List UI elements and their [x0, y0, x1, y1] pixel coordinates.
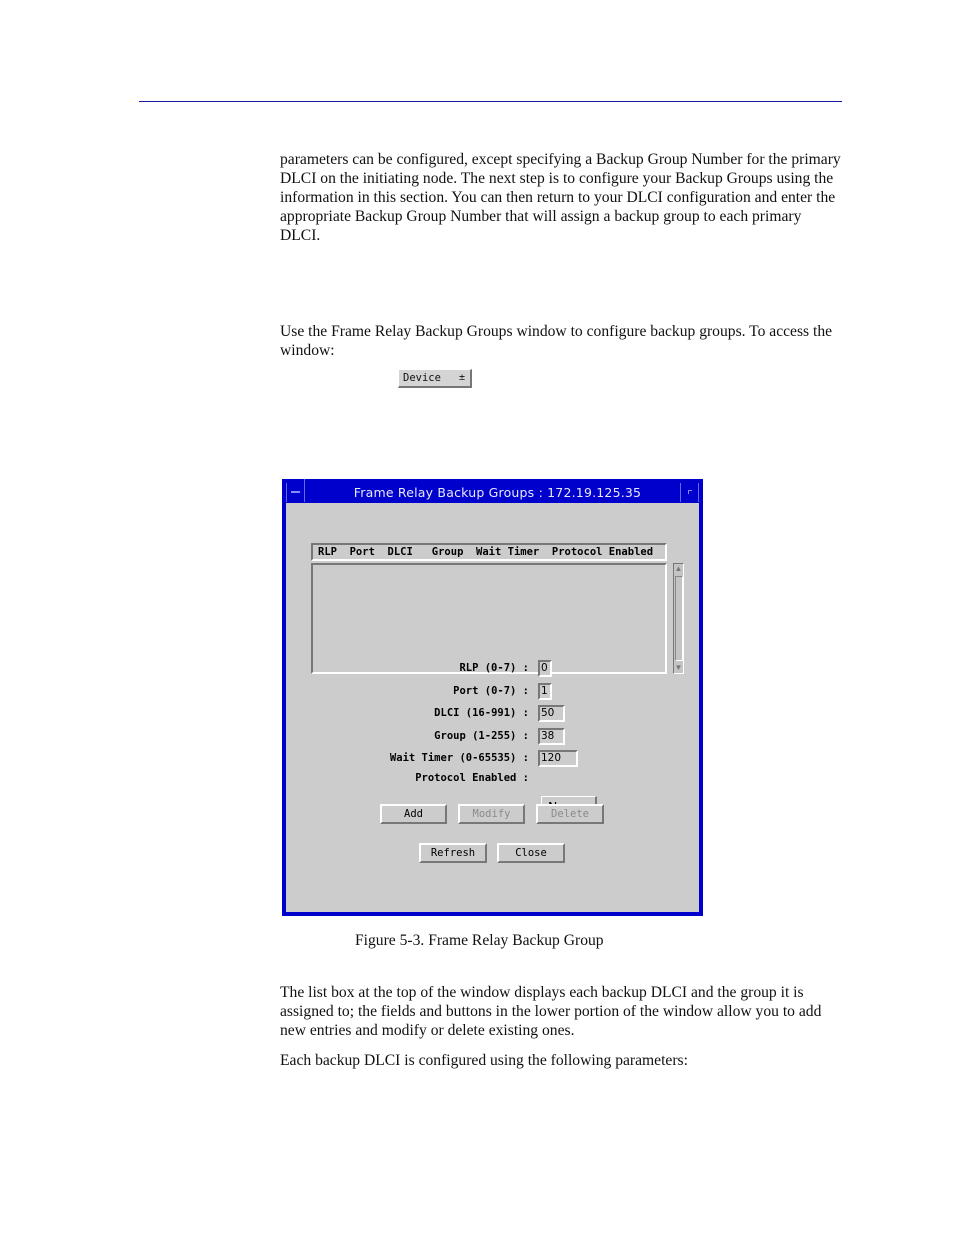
rlp-label: RLP (0-7) : [459, 662, 529, 674]
port-input[interactable]: 1 [538, 683, 552, 700]
window-titlebar[interactable]: Frame Relay Backup Groups : 172.19.125.3… [286, 483, 699, 502]
header-rule [139, 101, 842, 102]
port-row: Port (0-7) : 1 [286, 683, 699, 701]
figure-caption: Figure 5-3. Frame Relay Backup Group [355, 932, 604, 949]
scroll-up-icon[interactable]: ▲ [674, 564, 683, 574]
dlci-input[interactable]: 50 [538, 705, 565, 722]
wait-timer-input[interactable]: 120 [538, 750, 578, 767]
refresh-button[interactable]: Refresh [419, 843, 487, 863]
maximize-icon[interactable] [680, 483, 699, 502]
parameters-intro: Each backup DLCI is configured using the… [280, 1052, 688, 1069]
scroll-track[interactable] [675, 576, 683, 661]
group-row: Group (1-255) : 38 [286, 728, 699, 746]
list-scrollbar[interactable]: ▲ ▼ [673, 563, 684, 674]
device-menu-label: Device [403, 372, 441, 384]
list-box-description: The list box at the top of the window di… [280, 984, 822, 1039]
group-input[interactable]: 38 [538, 728, 565, 745]
wait-timer-label: Wait Timer (0-65535) : [389, 752, 529, 764]
add-button[interactable]: Add [380, 804, 447, 824]
rlp-row: RLP (0-7) : 0 [286, 660, 699, 678]
dlci-label: DLCI (16-991) : [434, 707, 529, 719]
intro-paragraph: parameters can be configured, except spe… [280, 151, 841, 244]
access-paragraph: Use the Frame Relay Backup Groups window… [280, 323, 833, 359]
window-title: Frame Relay Backup Groups : 172.19.125.3… [353, 485, 642, 500]
protocol-enabled-row: Protocol Enabled : [286, 770, 699, 788]
backup-groups-list[interactable] [311, 563, 667, 674]
option-menu-icon: ± [458, 372, 465, 383]
device-menu-button[interactable]: Device ± [398, 369, 472, 388]
rlp-input[interactable]: 0 [538, 660, 552, 677]
dlci-row: DLCI (16-991) : 50 [286, 705, 699, 723]
delete-button[interactable]: Delete [536, 804, 604, 824]
protocol-enabled-label: Protocol Enabled : [415, 772, 529, 784]
group-label: Group (1-255) : [434, 730, 529, 742]
list-column-header: RLP Port DLCI Group Wait Timer Protocol … [311, 543, 667, 561]
window-menu-icon[interactable] [286, 483, 305, 502]
port-label: Port (0-7) : [453, 685, 529, 697]
frame-relay-backup-groups-window: Frame Relay Backup Groups : 172.19.125.3… [282, 479, 703, 916]
close-button[interactable]: Close [497, 843, 565, 863]
wait-timer-row: Wait Timer (0-65535) : 120 [286, 750, 699, 768]
modify-button[interactable]: Modify [458, 804, 525, 824]
window-body: RLP Port DLCI Group Wait Timer Protocol … [286, 503, 699, 912]
